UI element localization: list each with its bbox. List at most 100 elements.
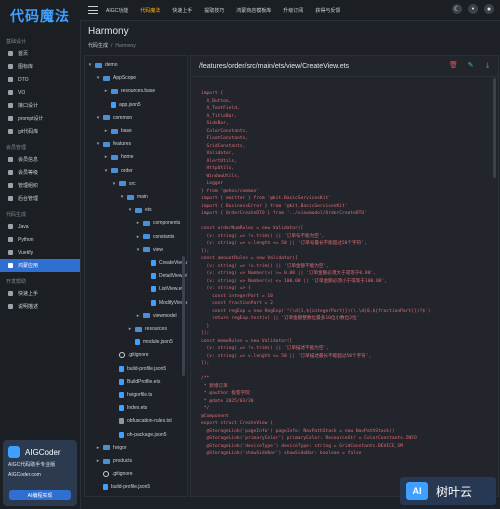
sidebar-item[interactable]: 后台管理 bbox=[0, 192, 80, 205]
magic-icon[interactable]: ✎ bbox=[466, 61, 475, 70]
bell-icon[interactable]: • bbox=[468, 4, 478, 14]
top-nav-item[interactable]: 提取技巧 bbox=[204, 7, 224, 14]
folder-icon bbox=[119, 181, 126, 187]
code-line: (v: string) => !v.trim() || '订单金额不能为空', bbox=[201, 263, 330, 269]
tree-item[interactable]: ▸ hvigor bbox=[85, 443, 127, 453]
folder-icon bbox=[111, 168, 118, 174]
sidebar-item[interactable]: 图标库 bbox=[0, 60, 80, 73]
file-icon bbox=[111, 101, 116, 108]
aigcoder-logo-icon bbox=[8, 446, 20, 458]
tree-item[interactable]: ▸ resources.base bbox=[85, 86, 155, 96]
sidebar-item[interactable]: Vuetify bbox=[0, 246, 80, 259]
tree-item[interactable]: ▾ ets bbox=[85, 205, 152, 215]
tree-scrollbar[interactable] bbox=[182, 256, 185, 376]
moon-icon[interactable]: ☾ bbox=[452, 4, 462, 14]
sidebar-item[interactable]: git代码库 bbox=[0, 125, 80, 138]
code-line: WindowUtils, bbox=[201, 173, 240, 179]
sidebar-item-icon bbox=[8, 64, 13, 69]
page-title: Harmony bbox=[88, 26, 129, 37]
tree-item[interactable]: .gitignore bbox=[85, 350, 149, 360]
app-logo[interactable]: 代码魔法 bbox=[0, 0, 80, 32]
tree-item[interactable]: ▸ products bbox=[85, 456, 132, 466]
tree-item[interactable]: ▾ demo bbox=[85, 60, 118, 70]
sidebar-item[interactable]: 会员信息 bbox=[0, 153, 80, 166]
sidebar-item[interactable]: Java bbox=[0, 220, 80, 233]
tree-item[interactable]: ▸ constants bbox=[85, 232, 175, 242]
chevron-down-icon: ▾ bbox=[104, 167, 108, 174]
promo-button[interactable]: AI编程实现 bbox=[9, 490, 71, 500]
menu-icon[interactable] bbox=[88, 6, 98, 14]
folder-icon bbox=[95, 62, 102, 68]
top-nav-item[interactable]: 升级订阅 bbox=[283, 7, 303, 14]
tree-item[interactable]: .gitignore bbox=[85, 469, 133, 479]
editor-scrollbar[interactable] bbox=[493, 78, 496, 178]
folder-icon bbox=[103, 75, 110, 81]
tree-item[interactable]: ▾ order bbox=[85, 166, 133, 176]
tree-item[interactable]: ▸ base bbox=[85, 126, 132, 136]
tree-item[interactable]: oh-package.json5 bbox=[85, 430, 166, 440]
breadcrumb-item[interactable]: 代码生成 bbox=[88, 43, 108, 49]
top-nav-item[interactable]: 鸿蒙商店模板库 bbox=[236, 7, 271, 14]
tree-item[interactable]: ▸ viewmodel bbox=[85, 311, 177, 321]
promo-domain: AIGCoder.com bbox=[8, 472, 41, 478]
sidebar-item[interactable]: 管理组织 bbox=[0, 179, 80, 192]
tree-item[interactable]: obfuscation-rules.txt bbox=[85, 416, 172, 426]
tree-item[interactable]: ▾ AppScope bbox=[85, 73, 136, 83]
tree-item[interactable]: ▸ home bbox=[85, 152, 134, 162]
folder-icon bbox=[143, 313, 150, 319]
user-icon[interactable]: ● bbox=[484, 4, 494, 14]
code-line: * @author 极客学院 bbox=[201, 391, 250, 396]
top-nav-item[interactable]: 获得与反馈 bbox=[315, 7, 340, 14]
chevron-down-icon: ▾ bbox=[96, 141, 100, 148]
top-nav-bar: AIGC功能 代码魔法 快速上手 提取技巧 鸿蒙商店模板库 升级订阅 获得与反馈 ☾ • ● bbox=[80, 0, 500, 21]
tree-item[interactable]: app.json5 bbox=[85, 100, 141, 110]
tree-item[interactable]: Index.ets bbox=[85, 403, 147, 413]
tree-item[interactable]: ▸ resources bbox=[85, 324, 167, 334]
sidebar-item[interactable]: 首页 bbox=[0, 47, 80, 60]
text-file-icon bbox=[119, 418, 124, 425]
tree-item[interactable]: ▾ features bbox=[85, 139, 131, 149]
top-nav-item[interactable]: 快速上手 bbox=[172, 7, 192, 14]
tree-item-label: ets bbox=[145, 207, 152, 214]
code-line: return regExp.test(v) || '订单金额整数位最多10位小数… bbox=[201, 316, 360, 321]
tree-item[interactable]: ModifyView.ets bbox=[85, 298, 187, 308]
tree-item[interactable]: module.json5 bbox=[85, 337, 173, 347]
tree-item[interactable]: ▾ src bbox=[85, 179, 136, 189]
sidebar-item[interactable]: DTO bbox=[0, 73, 80, 86]
delete-icon[interactable]: 🗑 bbox=[449, 61, 458, 70]
tree-item[interactable]: build-profile.json5 bbox=[85, 364, 166, 374]
chevron-down-icon: ▾ bbox=[112, 180, 116, 187]
sidebar-item[interactable]: 快速上手 bbox=[0, 287, 80, 300]
file-icon bbox=[151, 299, 156, 306]
tree-item[interactable]: build-profile.json5 bbox=[85, 482, 150, 492]
tree-item[interactable]: ▾ main bbox=[85, 192, 148, 202]
sidebar-item[interactable]: 鸿蒙应用 bbox=[0, 259, 80, 272]
promo-subtitle: AIGC代码助手专业版 bbox=[8, 462, 56, 468]
sidebar-item[interactable]: 会员等级 bbox=[0, 166, 80, 179]
top-nav-item[interactable]: AIGC功能 bbox=[106, 7, 128, 14]
watermark-text: 树叶云 bbox=[436, 484, 473, 499]
tree-item[interactable]: DetailView.ets bbox=[85, 271, 187, 281]
tree-item[interactable]: BuildProfile.ets bbox=[85, 377, 160, 387]
download-icon[interactable]: ⤓ bbox=[483, 61, 492, 70]
code-content[interactable]: import { A_Button, A_TextField, A_TitleB… bbox=[201, 90, 486, 490]
sidebar-item[interactable]: Python bbox=[0, 233, 80, 246]
watermark-logo: AI bbox=[406, 482, 428, 500]
tree-item[interactable]: ▸ components bbox=[85, 218, 181, 228]
sidebar-item[interactable]: 说明描述 bbox=[0, 300, 80, 313]
sidebar-item[interactable]: prompt设计 bbox=[0, 112, 80, 125]
sidebar-item[interactable]: VO bbox=[0, 86, 80, 99]
folder-icon bbox=[103, 115, 110, 121]
tree-item[interactable]: ▾ view bbox=[85, 245, 163, 255]
tree-item[interactable]: hvigorfile.ts bbox=[85, 390, 152, 400]
sidebar-item-label: VO bbox=[18, 89, 26, 96]
sidebar-item[interactable]: 接口设计 bbox=[0, 99, 80, 112]
tree-item[interactable]: CreateView.ets bbox=[85, 258, 187, 268]
tree-item[interactable]: ▾ common bbox=[85, 113, 132, 123]
file-path: /features/order/src/main/ets/view/Create… bbox=[199, 62, 350, 70]
sidebar-item-label: 会员信息 bbox=[18, 157, 39, 163]
code-line: A_TitleBar, bbox=[201, 113, 237, 119]
top-nav-item[interactable]: 代码魔法 bbox=[140, 7, 160, 14]
tree-item[interactable]: ListView.ets bbox=[85, 284, 185, 294]
code-line: A_Button, bbox=[201, 98, 232, 104]
